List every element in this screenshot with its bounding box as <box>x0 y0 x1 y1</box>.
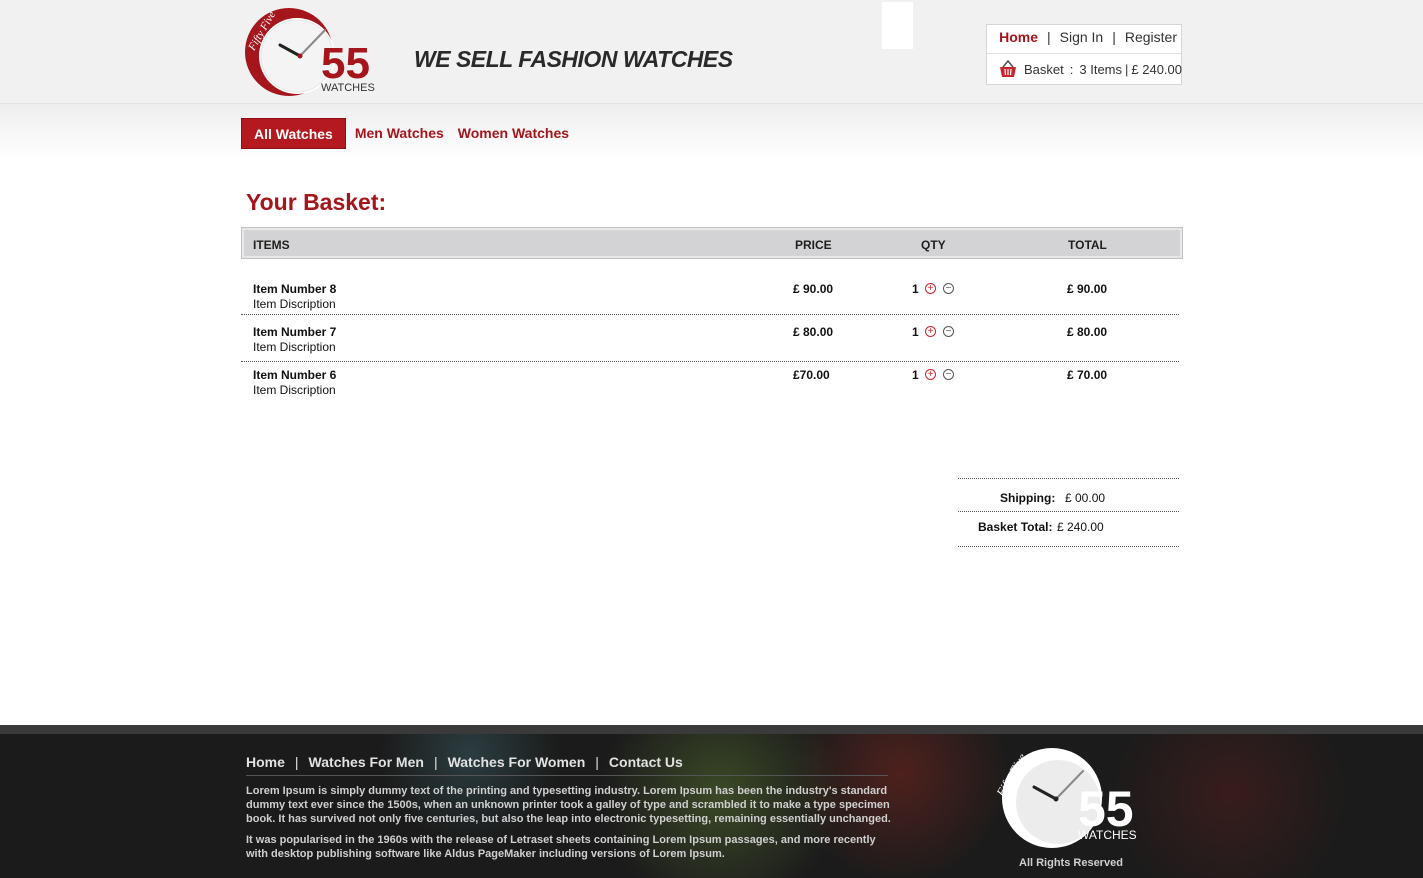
basket-label: Basket <box>1024 61 1064 77</box>
basket-items-count: 3 Items <box>1079 61 1122 77</box>
shipping-label: Shipping: <box>1000 491 1056 505</box>
header-spacer <box>882 2 913 49</box>
page-title: Your Basket: <box>246 189 387 215</box>
footer-paragraph: It was popularised in the 1960s with the… <box>246 834 876 860</box>
sign-in-link[interactable]: Sign In <box>1060 29 1104 45</box>
item-price: £ 80.00 <box>793 325 834 339</box>
shipping-value: £ 00.00 <box>1065 491 1106 505</box>
footer-logo[interactable]: Fifty Five 55 WATCHES <box>994 746 1146 850</box>
item-qty: 1 <box>912 282 919 296</box>
basket-summary[interactable]: Basket : 3 Items | £ 240.00 <box>997 59 1182 79</box>
item-name[interactable]: Item Number 8 <box>253 282 336 296</box>
footer-divider <box>246 775 888 776</box>
plus-circle-icon[interactable]: + <box>925 283 936 294</box>
item-price: £70.00 <box>793 368 830 382</box>
item-qty: 1 <box>912 325 919 339</box>
logo[interactable]: Fifty Five 55 WATCHES <box>243 6 383 98</box>
summary-divider <box>958 511 1179 512</box>
item-name[interactable]: Item Number 6 <box>253 368 336 382</box>
separator: | <box>1046 29 1051 45</box>
nav-all-watches[interactable]: All Watches <box>241 118 346 149</box>
separator: | <box>595 754 599 770</box>
account-box: Home | Sign In | Register Basket : 3 Ite… <box>986 24 1182 85</box>
basket-colon: : <box>1069 61 1074 77</box>
divider <box>987 53 1181 54</box>
footer-link-contact-us[interactable]: Contact Us <box>609 754 683 770</box>
separator: | <box>433 754 438 770</box>
item-total: £ 70.00 <box>1067 368 1108 382</box>
column-total: TOTAL <box>1068 238 1107 252</box>
basket-total-amount: £ 240.00 <box>1131 61 1182 77</box>
basket-icon <box>1000 59 1016 77</box>
item-description: Item Discription <box>253 383 336 397</box>
footer-link-watches-for-women[interactable]: Watches For Women <box>448 754 586 770</box>
row-divider <box>241 361 1179 362</box>
summary-divider <box>958 478 1179 479</box>
basket-total-label: Basket Total: <box>978 520 1053 534</box>
plus-circle-icon[interactable]: + <box>925 369 936 380</box>
item-qty: 1 <box>912 368 919 382</box>
svg-text:WATCHES: WATCHES <box>321 82 375 94</box>
tagline: WE SELL FASHION WATCHES <box>414 46 733 72</box>
nav-women-watches[interactable]: Women Watches <box>453 118 574 149</box>
svg-text:55: 55 <box>321 39 370 88</box>
plus-circle-icon[interactable]: + <box>925 326 936 337</box>
row-divider <box>241 314 1179 315</box>
basket-total-value: £ 240.00 <box>1057 520 1104 534</box>
main-nav: All Watches Men Watches Women Watches <box>241 118 578 149</box>
nav-band <box>0 104 1423 160</box>
separator: | <box>294 754 299 770</box>
account-links: Home | Sign In | Register <box>999 29 1177 45</box>
column-items: ITEMS <box>253 238 290 252</box>
item-total: £ 80.00 <box>1067 325 1108 339</box>
separator: | <box>1125 61 1129 77</box>
item-price: £ 90.00 <box>793 282 834 296</box>
minus-circle-icon[interactable]: − <box>943 326 954 337</box>
svg-text:WATCHES: WATCHES <box>1078 828 1137 842</box>
item-total: £ 90.00 <box>1067 282 1108 296</box>
item-description: Item Discription <box>253 297 336 311</box>
item-description: Item Discription <box>253 340 336 354</box>
home-link[interactable]: Home <box>999 29 1038 45</box>
separator: | <box>1112 29 1116 45</box>
nav-men-watches[interactable]: Men Watches <box>350 118 449 149</box>
site-header: Fifty Five 55 WATCHES WE SELL FASHION WA… <box>0 0 1423 104</box>
copyright: All Rights Reserved <box>1019 857 1123 869</box>
summary-divider <box>958 546 1179 547</box>
basket-table-header: ITEMS PRICE QTY TOTAL <box>241 227 1183 259</box>
column-qty: QTY <box>921 238 946 252</box>
column-price: PRICE <box>795 238 832 252</box>
footer-paragraph: Lorem Ipsum is simply dummy text of the … <box>246 785 891 825</box>
item-name[interactable]: Item Number 7 <box>253 325 336 339</box>
minus-circle-icon[interactable]: − <box>943 283 954 294</box>
footer-link-watches-for-men[interactable]: Watches For Men <box>309 754 424 770</box>
footer-nav: Home | Watches For Men | Watches For Wom… <box>246 754 683 770</box>
footer-link-home[interactable]: Home <box>246 754 285 770</box>
minus-circle-icon[interactable]: − <box>943 369 954 380</box>
register-link[interactable]: Register <box>1125 29 1177 45</box>
